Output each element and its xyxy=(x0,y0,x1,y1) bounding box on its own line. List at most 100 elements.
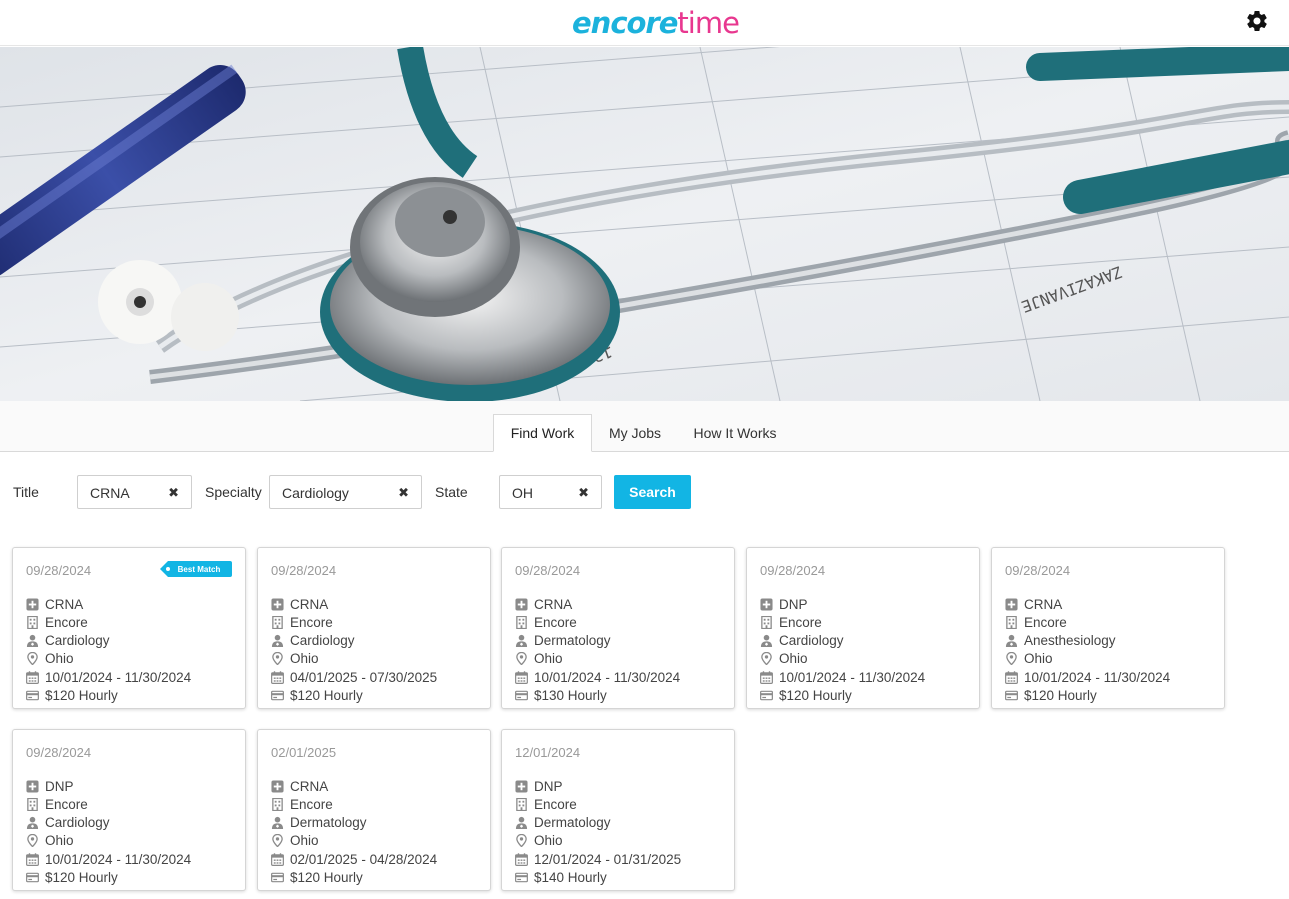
credit-card-icon xyxy=(26,689,39,702)
credit-card-icon xyxy=(515,689,528,702)
job-location-row: Ohio xyxy=(26,649,74,667)
job-card[interactable]: 09/28/2024 CRNA Encore Dermatology Ohio 10/01… xyxy=(501,547,735,709)
credit-card-icon xyxy=(271,689,284,702)
job-specialty-row: Cardiology xyxy=(26,631,110,649)
job-card[interactable]: 09/28/2024 DNP Encore Cardiology Ohio 10/01/2… xyxy=(12,729,246,891)
credit-card-icon xyxy=(271,871,284,884)
calendar-icon xyxy=(515,852,528,866)
job-rate-row: $120 Hourly xyxy=(271,868,363,886)
job-title-row: CRNA xyxy=(515,595,572,613)
best-match-badge: Best Match xyxy=(160,561,232,577)
job-location: Ohio xyxy=(290,832,319,848)
map-pin-icon xyxy=(271,833,284,847)
job-dates: 04/01/2025 - 07/30/2025 xyxy=(290,669,438,685)
job-title-row: DNP xyxy=(760,595,808,613)
tab-how-it-works[interactable]: How It Works xyxy=(684,414,786,452)
job-company: Encore xyxy=(534,614,577,630)
job-specialty: Dermatology xyxy=(534,814,611,830)
job-title-row: DNP xyxy=(515,777,563,795)
map-pin-icon xyxy=(26,833,39,847)
job-company: Encore xyxy=(45,614,88,630)
building-icon xyxy=(271,615,284,629)
logo-text-encore: encore xyxy=(572,6,678,40)
medical-cross-icon xyxy=(515,597,528,611)
job-title-row: CRNA xyxy=(271,777,328,795)
calendar-icon xyxy=(760,670,773,684)
job-title: CRNA xyxy=(1024,596,1063,612)
job-rate-row: $120 Hourly xyxy=(26,868,118,886)
clear-icon[interactable]: ✖ xyxy=(168,485,179,501)
credit-card-icon xyxy=(1005,689,1018,702)
tab-my-jobs[interactable]: My Jobs xyxy=(602,414,668,452)
specialty-filter-label: Specialty xyxy=(205,484,262,500)
job-title: DNP xyxy=(534,778,563,794)
job-title: DNP xyxy=(45,778,74,794)
calendar-icon xyxy=(271,670,284,684)
job-dates-row: 04/01/2025 - 07/30/2025 xyxy=(271,668,437,686)
job-title: DNP xyxy=(779,596,808,612)
job-dates: 10/01/2024 - 11/30/2024 xyxy=(779,669,926,685)
job-specialty: Cardiology xyxy=(45,814,110,830)
job-title-row: CRNA xyxy=(1005,595,1062,613)
job-company-row: Encore xyxy=(515,795,577,813)
state-filter-select[interactable]: OH ✖ xyxy=(499,475,602,509)
job-card[interactable]: 12/01/2024 DNP Encore Dermatology Ohio 12/01/… xyxy=(501,729,735,891)
job-company-row: Encore xyxy=(515,613,577,631)
job-company-row: Encore xyxy=(271,613,333,631)
job-location: Ohio xyxy=(45,650,74,666)
clear-icon[interactable]: ✖ xyxy=(578,485,589,501)
job-card[interactable]: 09/28/2024 Best Match CRNA Encore Cardiology… xyxy=(12,547,246,709)
tab-find-work[interactable]: Find Work xyxy=(493,414,592,452)
job-dates-row: 10/01/2024 - 11/30/2024 xyxy=(26,850,191,868)
job-location: Ohio xyxy=(779,650,808,666)
medical-cross-icon xyxy=(271,779,284,793)
credit-card-icon xyxy=(26,871,39,884)
job-title-row: CRNA xyxy=(271,595,328,613)
search-button[interactable]: Search xyxy=(614,475,691,509)
title-filter-select[interactable]: CRNA ✖ xyxy=(77,475,192,509)
encoretime-logo[interactable]: encore time xyxy=(572,6,740,40)
gear-icon[interactable] xyxy=(1245,9,1269,33)
job-location-row: Ohio xyxy=(271,831,319,849)
job-rate: $120 Hourly xyxy=(290,687,363,703)
job-location-row: Ohio xyxy=(271,649,319,667)
building-icon xyxy=(760,615,773,629)
job-location: Ohio xyxy=(45,832,74,848)
job-dates: 10/01/2024 - 11/30/2024 xyxy=(534,669,681,685)
job-posted-date: 09/28/2024 xyxy=(515,563,581,578)
job-company: Encore xyxy=(534,796,577,812)
job-card[interactable]: 02/01/2025 CRNA Encore Dermatology Ohio 02/01… xyxy=(257,729,491,891)
job-location: Ohio xyxy=(290,650,319,666)
job-company: Encore xyxy=(290,614,333,630)
job-card[interactable]: 09/28/2024 CRNA Encore Anesthesiology Ohio 10… xyxy=(991,547,1225,709)
job-dates: 02/01/2025 - 04/28/2024 xyxy=(290,851,438,867)
job-specialty-row: Anesthesiology xyxy=(1005,631,1116,649)
job-location-row: Ohio xyxy=(515,649,563,667)
map-pin-icon xyxy=(26,651,39,665)
title-filter-label: Title xyxy=(13,484,39,500)
building-icon xyxy=(26,797,39,811)
job-dates: 10/01/2024 - 11/30/2024 xyxy=(45,851,192,867)
map-pin-icon xyxy=(1005,651,1018,665)
job-location: Ohio xyxy=(1024,650,1053,666)
specialty-filter-select[interactable]: Cardiology ✖ xyxy=(269,475,422,509)
job-posted-date: 02/01/2025 xyxy=(271,745,337,760)
job-specialty: Dermatology xyxy=(290,814,367,830)
medical-cross-icon xyxy=(1005,597,1018,611)
job-card[interactable]: 09/28/2024 DNP Encore Cardiology Ohio 10/01/2… xyxy=(746,547,980,709)
job-specialty-row: Cardiology xyxy=(271,631,355,649)
job-dates-row: 02/01/2025 - 04/28/2024 xyxy=(271,850,437,868)
calendar-icon xyxy=(515,670,528,684)
job-rate-row: $120 Hourly xyxy=(26,686,118,704)
job-rate: $130 Hourly xyxy=(534,687,607,703)
calendar-icon xyxy=(1005,670,1018,684)
job-card[interactable]: 09/28/2024 CRNA Encore Cardiology Ohio 04/01/… xyxy=(257,547,491,709)
doctor-icon xyxy=(1005,634,1018,647)
hero-banner-image: 13:45 14:00 ZAKAZIVANJE xyxy=(0,47,1289,401)
job-specialty: Dermatology xyxy=(534,632,611,648)
job-title: CRNA xyxy=(290,778,329,794)
credit-card-icon xyxy=(760,689,773,702)
doctor-icon xyxy=(26,634,39,647)
job-specialty: Cardiology xyxy=(290,632,355,648)
clear-icon[interactable]: ✖ xyxy=(398,485,409,501)
